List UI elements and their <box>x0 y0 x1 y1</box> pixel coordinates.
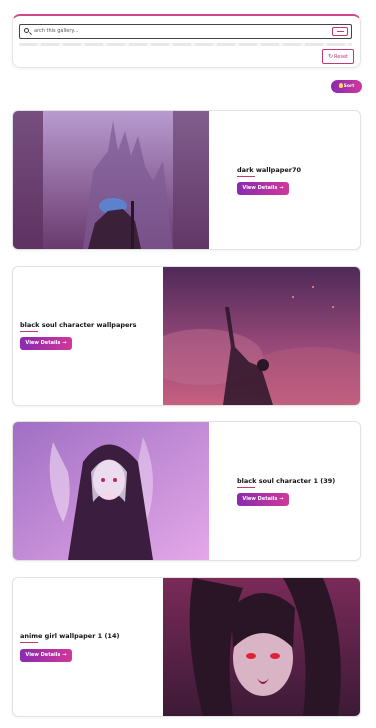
title-underline <box>20 642 38 643</box>
card-info: dark wallpaper70 View Details → <box>237 111 357 249</box>
view-details-label: View Details <box>242 185 278 191</box>
reset-icon: ↻ <box>328 53 334 60</box>
card-title: anime girl wallpaper 1 (14) <box>20 632 120 640</box>
gallery-card[interactable]: black soul character 1 (39) View Details… <box>12 421 361 561</box>
view-details-label: View Details <box>25 652 61 658</box>
view-details-button[interactable]: View Details → <box>237 493 289 506</box>
search-placeholder: arch this gallery... <box>34 28 79 34</box>
view-details-button[interactable]: View Details → <box>20 337 72 350</box>
arrow-right-icon: → <box>279 496 284 502</box>
reset-label: Reset <box>334 54 348 60</box>
clear-search-button[interactable] <box>332 27 348 36</box>
view-details-button[interactable]: View Details → <box>20 649 72 662</box>
filter-row <box>19 43 352 46</box>
gallery-image[interactable] <box>163 267 360 405</box>
title-underline <box>20 331 38 332</box>
sort-button[interactable]: Sort <box>331 80 362 93</box>
arrow-right-icon: → <box>279 185 284 191</box>
sort-label: Sort <box>343 84 355 89</box>
gallery-image[interactable] <box>13 422 209 560</box>
arrow-right-icon: → <box>62 652 67 658</box>
title-underline <box>237 487 255 488</box>
gallery-image[interactable] <box>163 578 360 716</box>
gallery-card[interactable]: dark wallpaper70 View Details → <box>12 110 361 250</box>
view-details-button[interactable]: View Details → <box>237 182 289 195</box>
card-info: black soul character wallpapers View Det… <box>20 267 160 405</box>
lightbulb-icon <box>338 83 343 88</box>
card-title: black soul character wallpapers <box>20 321 137 329</box>
card-info: black soul character 1 (39) View Details… <box>237 422 357 560</box>
title-underline <box>237 176 255 177</box>
search-input[interactable]: arch this gallery... <box>19 24 352 39</box>
gallery-card[interactable]: black soul character wallpapers View Det… <box>12 266 361 406</box>
reset-button[interactable]: ↻Reset <box>322 49 354 64</box>
card-title: black soul character 1 (39) <box>237 477 336 485</box>
card-info: anime girl wallpaper 1 (14) View Details… <box>20 578 160 716</box>
search-icon <box>24 28 29 33</box>
search-panel: arch this gallery... ↻Reset <box>12 14 361 68</box>
gallery-image[interactable] <box>13 111 209 249</box>
arrow-right-icon: → <box>62 340 67 346</box>
view-details-label: View Details <box>25 340 61 346</box>
card-title: dark wallpaper70 <box>237 166 302 174</box>
view-details-label: View Details <box>242 496 278 502</box>
gallery-card[interactable]: anime girl wallpaper 1 (14) View Details… <box>12 577 361 717</box>
